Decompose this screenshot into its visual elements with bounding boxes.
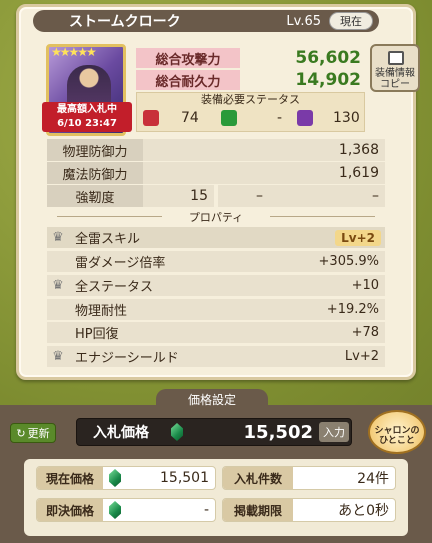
property-name: 物理耐性 — [75, 304, 128, 319]
highest-bid-label: 最高額入札中 — [57, 104, 117, 115]
green-stat-icon — [221, 110, 237, 126]
attack-row: 総合攻撃力 56,602 — [136, 48, 365, 68]
sharon-label-2: ひとこと — [379, 436, 415, 446]
toughness-slot-3: – — [301, 185, 385, 207]
property-row: 雷ダメージ倍率 +305.9% — [47, 251, 385, 272]
requirements-header: 装備必要ステータス — [201, 93, 300, 106]
highest-bid-time: 6/10 23:47 — [57, 118, 117, 129]
refresh-button[interactable]: ↻ 更新 — [10, 423, 56, 443]
requirement-green-value: - — [277, 110, 283, 126]
property-value-badge: Lv+2 — [335, 229, 381, 246]
physical-defense-value: 1,368 — [338, 142, 379, 158]
requirement-red: 74 — [143, 110, 199, 126]
property-value: +78 — [351, 325, 379, 340]
property-row: HP回復 +78 — [47, 322, 385, 343]
copy-label-1: 装備情報 — [375, 68, 415, 79]
copy-equipment-button[interactable]: 装備情報 コピー — [370, 44, 420, 92]
attack-value: 56,602 — [295, 48, 361, 68]
property-value: Lv+2 — [344, 349, 379, 364]
input-button[interactable]: 入力 — [319, 422, 349, 442]
physical-defense-row: 物理防御力 1,368 — [47, 139, 385, 161]
requirement-red-value: 74 — [181, 110, 199, 126]
emerald-icon — [171, 423, 183, 441]
emerald-icon — [109, 469, 121, 487]
magic-defense-row: 魔法防御力 1,619 — [47, 162, 385, 184]
current-price-value: 15,501 — [160, 470, 209, 486]
crown-icon: ♛ — [52, 278, 64, 293]
durability-label: 総合耐久力 — [136, 70, 240, 90]
rarity-stars-icon: ★★★★★ — [51, 45, 97, 59]
bid-count-label: 入札件数 — [223, 467, 293, 489]
durability-row: 総合耐久力 14,902 — [136, 70, 365, 90]
toughness-slot-2: – — [218, 185, 301, 207]
sharon-label-1: シャロンの — [374, 426, 420, 436]
requirement-purple-value: 130 — [333, 110, 360, 126]
emerald-icon — [109, 501, 121, 519]
property-name: 全雷スキル — [75, 232, 141, 247]
item-name: ストームクローク — [69, 14, 181, 30]
bid-count-cell: 入札件数 24件 — [222, 466, 396, 490]
property-name: HP回復 — [75, 327, 119, 342]
properties-header: プロパティ — [47, 209, 385, 224]
property-row: 物理耐性 +19.2% — [47, 299, 385, 320]
copy-label-2: コピー — [380, 79, 410, 90]
requirement-green: - — [221, 110, 282, 126]
purple-stat-icon — [297, 110, 313, 126]
refresh-label: 更新 — [27, 427, 50, 440]
refresh-icon: ↻ — [16, 426, 26, 440]
attack-label: 総合攻撃力 — [136, 48, 240, 68]
price-settings-tab: 価格設定 — [156, 389, 268, 409]
bid-price-field[interactable]: 入札価格 15,502 入力 — [76, 418, 352, 446]
property-name: 全ステータス — [75, 280, 154, 295]
current-button[interactable]: 現在 — [329, 12, 373, 30]
property-value: +10 — [351, 278, 379, 293]
requirement-purple: 130 — [297, 110, 360, 126]
property-value: +305.9% — [318, 254, 379, 269]
property-row: ♛ 全雷スキル Lv+2 — [47, 227, 385, 248]
item-level: Lv.65 — [286, 13, 321, 29]
buyout-price-label: 即決価格 — [37, 499, 103, 521]
current-price-label: 現在価格 — [37, 467, 103, 489]
magic-defense-value: 1,619 — [338, 165, 379, 181]
crown-icon: ♛ — [52, 349, 64, 364]
crown-icon: ♛ — [52, 230, 64, 245]
document-icon — [388, 51, 404, 65]
property-name: エナジーシールド — [75, 351, 179, 366]
bid-count-value: 24件 — [357, 471, 389, 487]
property-row: ♛ エナジーシールド Lv+2 — [47, 346, 385, 367]
toughness-row: 強靭度 15 – – — [47, 185, 385, 207]
deadline-value: あと0秒 — [338, 503, 389, 519]
buyout-price-cell: 即決価格 - — [36, 498, 216, 522]
sharon-comment-button[interactable]: シャロンの ひとこと — [368, 410, 426, 454]
bid-price-label: 入札価格 — [93, 425, 149, 441]
red-stat-icon — [143, 110, 159, 126]
current-price-cell: 現在価格 15,501 — [36, 466, 216, 490]
toughness-value: 15 — [143, 185, 214, 207]
property-row: ♛ 全ステータス +10 — [47, 275, 385, 296]
buyout-price-value: - — [203, 502, 209, 518]
highest-bid-tag: 最高額入札中 6/10 23:47 — [42, 102, 132, 132]
bid-price-amount: 15,502 — [243, 421, 313, 443]
property-value: +19.2% — [326, 302, 379, 317]
property-name: 雷ダメージ倍率 — [75, 256, 166, 271]
equip-requirements: 装備必要ステータス 74 - 130 — [136, 92, 365, 132]
deadline-cell: 掲載期限 あと0秒 — [222, 498, 396, 522]
item-title-bar: ストームクローク Lv.65 現在 — [33, 10, 379, 32]
toughness-label: 強靭度 — [47, 185, 143, 207]
magic-defense-label: 魔法防御力 — [47, 162, 143, 184]
durability-value: 14,902 — [295, 70, 361, 90]
deadline-label: 掲載期限 — [223, 499, 293, 521]
physical-defense-label: 物理防御力 — [47, 139, 143, 161]
